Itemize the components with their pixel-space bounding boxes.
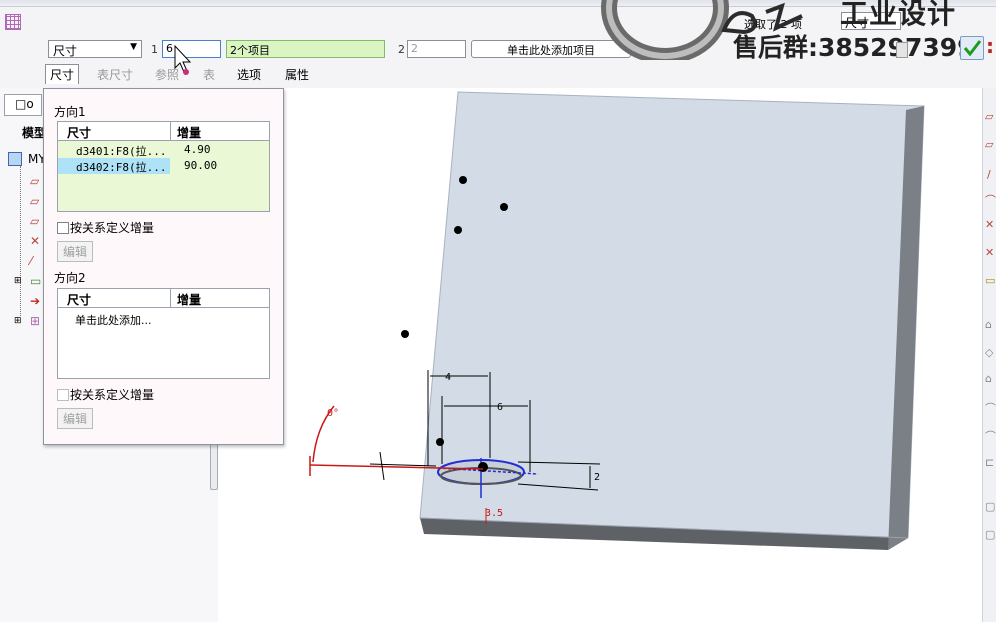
mouse-cursor-icon	[174, 44, 192, 75]
dimension-label-3-5[interactable]: 3.5	[485, 508, 503, 519]
3d-model-view[interactable]: 4 6 0° 3.5 2	[218, 88, 982, 622]
edit-relation-button-dir2[interactable]: 编辑	[57, 408, 94, 429]
coordinate-system-icon[interactable]: ✕	[30, 234, 40, 248]
graphics-canvas[interactable]: 4 6 0° 3.5 2	[218, 88, 982, 622]
shell-tool-icon[interactable]: ⊏	[985, 456, 994, 469]
revolve-tool-icon[interactable]: ◇	[985, 346, 993, 359]
row-dimension: d3401:F8(拉...	[76, 145, 167, 158]
expand-icon[interactable]: ⊞	[14, 316, 22, 326]
pattern-icon[interactable]	[5, 14, 21, 30]
direction1-items-value: 2个项目	[230, 44, 270, 57]
sketch-point[interactable]	[500, 203, 508, 211]
tree-tab-icon: □o	[15, 97, 34, 111]
tab-table[interactable]: 表	[203, 66, 215, 83]
blend-tool-icon[interactable]: ⌒	[985, 400, 996, 416]
direction2-table: 尺寸 增量 单击此处添加...	[57, 288, 270, 379]
datum-axis-icon[interactable]: ⁄	[30, 254, 32, 268]
draft-tool-icon[interactable]: ▢	[985, 528, 995, 541]
rib-tool-icon[interactable]: ▢	[985, 500, 995, 513]
sketch-point[interactable]	[454, 226, 462, 234]
relation-checkbox-label: 按关系定义增量	[70, 221, 155, 235]
watermark-qq-group: 售后群:385297399	[733, 33, 975, 62]
tree-connector	[20, 166, 21, 316]
sweep-tool-icon[interactable]: ⌂	[985, 372, 992, 385]
direction1-table: 尺寸 增量 d3401:F8(拉... 4.90 d3402:F8(拉... 9…	[57, 121, 270, 212]
hole-center-point	[478, 462, 488, 472]
table-row[interactable]: d3402:F8(拉... 90.00	[58, 158, 269, 174]
logo-ring-icon	[601, 0, 729, 60]
row-dimension: d3402:F8(拉...	[76, 161, 167, 174]
coordinate-system-tool-icon[interactable]: ✕	[985, 246, 994, 259]
datum-plane-tool-icon[interactable]: ▱	[985, 138, 993, 151]
direction2-title: 方向2	[54, 271, 86, 285]
datum-curve-tool-icon[interactable]: ⌒	[985, 192, 996, 208]
tab-properties[interactable]: 属性	[285, 66, 309, 83]
hole-tool-icon[interactable]: ⌒	[985, 428, 996, 444]
dimensions-panel: 方向1 尺寸 增量 d3401:F8(拉... 4.90 d3402:F8(拉.…	[43, 88, 284, 445]
table-row[interactable]: d3401:F8(拉... 4.90	[58, 142, 269, 158]
confirm-button[interactable]	[960, 36, 984, 60]
column-header-increment: 增量	[177, 293, 202, 307]
direction1-title: 方向1	[54, 105, 86, 119]
model-tree-tab[interactable]: □o	[4, 94, 42, 116]
tab-table-dimensions[interactable]: 表尺寸	[97, 66, 133, 83]
add-item-label: 单击此处添加项目	[507, 44, 595, 57]
column-header-increment: 增量	[177, 126, 202, 140]
direction1-table-header: 尺寸 增量	[58, 122, 269, 141]
cancel-icon[interactable]: :	[986, 34, 994, 58]
direction2-add-placeholder[interactable]: 单击此处添加...	[75, 312, 152, 328]
pattern-type-value: 尺寸	[53, 44, 78, 58]
chevron-down-icon: ▼	[130, 42, 137, 52]
dashboard-bar: 尺寸 ▼ 1 6 2个项目 2 2 单击此处添加项目 尺寸 表尺寸 参照 表 选…	[0, 0, 996, 89]
direction2-count-value: 2	[411, 42, 418, 55]
column-header-dimension: 尺寸	[67, 126, 92, 140]
pause-icon[interactable]	[896, 42, 908, 58]
direction2-label: 2	[398, 43, 405, 56]
dimension-label-angle[interactable]: 0°	[327, 408, 339, 419]
datum-plane-icon[interactable]: ▱	[30, 174, 39, 188]
edit-relation-button[interactable]: 编辑	[57, 241, 94, 262]
datum-plane-tool-icon[interactable]: ▱	[985, 110, 993, 123]
direction1-label: 1	[151, 43, 158, 56]
dimension-label-2[interactable]: 2	[594, 472, 600, 483]
extrude-feature-icon[interactable]: ▭	[30, 274, 41, 288]
dimension-label-4[interactable]: 4	[445, 372, 451, 383]
direction1-items-field[interactable]: 2个项目	[226, 40, 385, 58]
datum-plane-icon[interactable]: ▱	[30, 194, 39, 208]
datum-plane-icon[interactable]: ▱	[30, 214, 39, 228]
tab-options[interactable]: 选项	[237, 66, 261, 83]
relation-checkbox[interactable]	[57, 222, 69, 234]
pattern-feature-icon[interactable]: ⊞	[30, 314, 40, 328]
sketch-point[interactable]	[436, 438, 444, 446]
part-icon	[8, 152, 22, 166]
datum-point-tool-icon[interactable]: ✕	[985, 218, 994, 231]
row-increment[interactable]: 4.90	[184, 143, 211, 156]
tab-dimensions[interactable]: 尺寸	[45, 64, 80, 84]
relation-checkbox-label-dir2: 按关系定义增量	[70, 388, 155, 402]
analysis-tool-icon[interactable]: ▭	[985, 274, 995, 287]
dimension-label-6[interactable]: 6	[497, 402, 503, 413]
direction2-count-input[interactable]: 2	[407, 40, 466, 58]
checkmark-icon	[963, 40, 982, 57]
sketch-point[interactable]	[401, 330, 409, 338]
right-toolbar: ▱ ▱ / ⌒ ✕ ✕ ▭ ⌂ ◇ ⌂ ⌒ ⌒ ⊏ ▢ ▢	[982, 88, 996, 622]
direction2-table-header: 尺寸 增量	[58, 289, 269, 308]
relation-checkbox-dir2[interactable]	[57, 389, 69, 401]
insert-here-icon[interactable]: ➔	[30, 294, 40, 308]
row-increment[interactable]: 90.00	[184, 159, 217, 172]
column-header-dimension: 尺寸	[67, 293, 92, 307]
datum-axis-tool-icon[interactable]: /	[987, 168, 991, 181]
extrude-tool-icon[interactable]: ⌂	[985, 318, 992, 331]
pattern-type-select[interactable]: 尺寸 ▼	[48, 40, 142, 58]
sketch-point[interactable]	[459, 176, 467, 184]
expand-icon[interactable]: ⊞	[14, 276, 22, 286]
